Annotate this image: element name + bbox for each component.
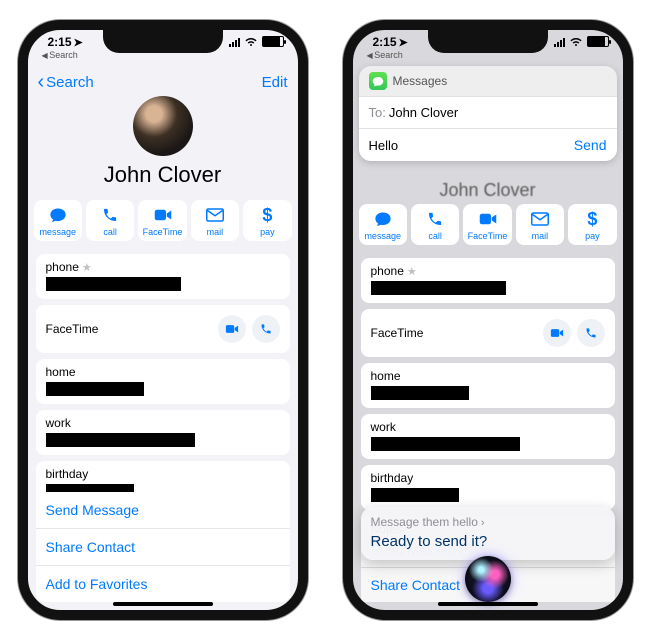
action-call[interactable]: call	[86, 200, 134, 241]
mail-icon	[206, 206, 224, 224]
notch	[103, 29, 223, 53]
contact-name-blurred: John Clover	[353, 180, 623, 201]
star-icon: ★	[407, 265, 417, 278]
link-send-message[interactable]: Send Message	[36, 492, 290, 529]
field-phone[interactable]: phone★	[361, 258, 615, 303]
video-icon	[154, 206, 172, 224]
messages-app-icon	[369, 72, 387, 90]
battery-icon	[262, 36, 284, 47]
redacted-value	[46, 382, 144, 396]
facetime-audio-button[interactable]	[252, 315, 280, 343]
message-icon	[374, 210, 392, 228]
phone-icon	[427, 210, 443, 228]
redacted-value	[371, 437, 521, 451]
pay-icon: $	[262, 206, 272, 224]
redacted-value	[371, 488, 460, 502]
phone-left: 2:15➤ Search ‹Search Edit John Clover me…	[18, 20, 308, 620]
screen: 2:15➤ Search ‹Search Edit John Clover me…	[28, 30, 298, 610]
location-arrow-icon: ➤	[399, 37, 408, 49]
wifi-icon	[569, 37, 583, 47]
mail-icon	[531, 210, 549, 228]
chevron-right-icon: ›	[481, 517, 485, 529]
field-home[interactable]: home	[361, 363, 615, 408]
message-icon	[49, 206, 67, 224]
status-time: 2:15➤	[373, 35, 408, 49]
siri-response-card[interactable]: Message them hello› Ready to send it?	[361, 507, 615, 560]
pay-icon: $	[587, 210, 597, 228]
contact-name: John Clover	[28, 162, 298, 188]
siri-utterance: Message them hello›	[371, 515, 605, 529]
action-pay[interactable]: $pay	[568, 204, 616, 245]
fields: phone★ FaceTime home work birthday	[28, 248, 298, 516]
action-message[interactable]: message	[359, 204, 407, 245]
signal-icon	[229, 37, 240, 47]
redacted-value	[371, 281, 507, 295]
compose-to-row[interactable]: To:John Clover	[359, 97, 617, 128]
bottom-links: Send Message Share Contact Add to Favori…	[36, 492, 290, 602]
notch	[428, 29, 548, 53]
compose-app-name: Messages	[393, 74, 448, 88]
location-arrow-icon: ➤	[74, 37, 83, 49]
video-icon	[479, 210, 497, 228]
battery-icon	[587, 36, 609, 47]
action-facetime[interactable]: FaceTime	[138, 200, 186, 241]
facetime-video-button[interactable]	[218, 315, 246, 343]
field-phone[interactable]: phone★	[36, 254, 290, 299]
home-indicator[interactable]	[113, 602, 213, 606]
status-back-to-app[interactable]: Search	[42, 50, 78, 60]
field-work[interactable]: work	[36, 410, 290, 455]
send-button[interactable]: Send	[574, 137, 607, 153]
redacted-value	[46, 433, 196, 447]
action-row: message call FaceTime mail $ pay	[34, 200, 292, 241]
compose-header: Messages	[359, 66, 617, 96]
status-right	[229, 36, 284, 47]
redacted-value	[371, 386, 469, 400]
action-message[interactable]: message	[34, 200, 82, 241]
chevron-left-icon: ‹	[38, 72, 45, 92]
siri-orb[interactable]	[465, 556, 511, 602]
compose-body-row: Hello Send	[359, 129, 617, 161]
link-add-favorites[interactable]: Add to Favorites	[36, 566, 290, 602]
action-row: message call FaceTime mail $pay	[359, 204, 617, 245]
action-mail[interactable]: mail	[516, 204, 564, 245]
back-button[interactable]: ‹Search	[38, 72, 94, 92]
link-share-contact[interactable]: Share Contact	[36, 529, 290, 566]
redacted-value	[46, 277, 182, 291]
action-call[interactable]: call	[411, 204, 459, 245]
siri-prompt: Ready to send it?	[371, 533, 605, 550]
field-work[interactable]: work	[361, 414, 615, 459]
facetime-audio-button[interactable]	[577, 319, 605, 347]
siri-compose-card: Messages To:John Clover Hello Send	[359, 66, 617, 161]
status-time: 2:15➤	[48, 35, 83, 49]
home-indicator[interactable]	[438, 602, 538, 606]
phone-icon	[102, 206, 118, 224]
phone-right: 2:15➤ Search John Clover message call Fa…	[343, 20, 633, 620]
action-pay[interactable]: $ pay	[243, 200, 291, 241]
field-facetime: FaceTime	[36, 305, 290, 353]
action-facetime[interactable]: FaceTime	[463, 204, 511, 245]
field-home[interactable]: home	[36, 359, 290, 404]
wifi-icon	[244, 37, 258, 47]
status-right	[554, 36, 609, 47]
star-icon: ★	[82, 261, 92, 274]
field-facetime: FaceTime	[361, 309, 615, 357]
compose-body-text[interactable]: Hello	[369, 138, 574, 153]
facetime-video-button[interactable]	[543, 319, 571, 347]
avatar[interactable]	[133, 96, 193, 156]
screen: 2:15➤ Search John Clover message call Fa…	[353, 30, 623, 610]
action-mail[interactable]: mail	[191, 200, 239, 241]
signal-icon	[554, 37, 565, 47]
field-birthday[interactable]: birthday	[361, 465, 615, 510]
edit-button[interactable]: Edit	[262, 74, 288, 91]
contact-header: John Clover	[28, 90, 298, 200]
status-back-to-app[interactable]: Search	[367, 50, 403, 60]
